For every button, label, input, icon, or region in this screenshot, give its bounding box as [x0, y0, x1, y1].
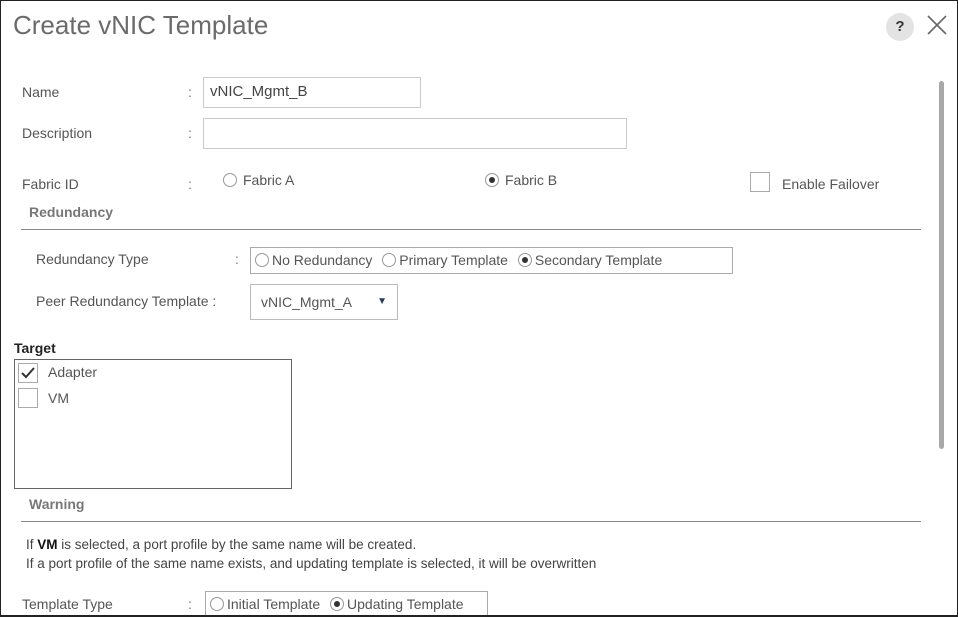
fabric-b-label: Fabric B — [505, 172, 558, 188]
warning-line-1-bold: VM — [37, 537, 58, 552]
warning-line-1: If VM is selected, a port profile by the… — [26, 537, 416, 552]
peer-redundancy-template-value: vNIC_Mgmt_A — [261, 294, 353, 310]
redundancy-type-radio-group: No Redundancy Primary Template Secondary… — [250, 247, 733, 274]
radio-unselected-icon — [210, 597, 224, 611]
secondary-template-label: Secondary Template — [534, 252, 663, 268]
help-icon: ? — [895, 18, 905, 35]
description-colon: : — [188, 125, 192, 141]
name-label: Name — [22, 84, 60, 100]
initial-template-label: Initial Template — [227, 596, 321, 612]
description-input[interactable] — [203, 118, 627, 149]
updating-template-label: Updating Template — [347, 596, 464, 612]
vm-label: VM — [48, 390, 69, 406]
create-vnic-template-dialog: Create vNIC Template ? Name : vNIC_Mgmt_… — [0, 0, 958, 617]
radio-selected-icon — [485, 173, 499, 187]
warning-divider — [21, 521, 921, 522]
checkmark-icon — [21, 367, 35, 379]
adapter-checkbox[interactable] — [18, 363, 38, 383]
redundancy-type-colon: : — [235, 251, 239, 267]
radio-unselected-icon — [255, 253, 269, 267]
primary-template-label: Primary Template — [399, 252, 508, 268]
redundancy-divider — [21, 229, 921, 230]
enable-failover-label: Enable Failover — [782, 176, 880, 192]
secondary-template-radio[interactable]: Secondary Template — [517, 252, 663, 268]
radio-unselected-icon — [382, 253, 397, 267]
redundancy-type-label: Redundancy Type — [36, 251, 149, 267]
warning-heading: Warning — [29, 496, 85, 512]
close-icon — [927, 15, 947, 35]
redundancy-heading: Redundancy — [29, 204, 114, 220]
vm-checkbox[interactable] — [18, 388, 38, 408]
radio-unselected-icon — [223, 173, 237, 187]
name-input[interactable]: vNIC_Mgmt_B — [203, 77, 421, 108]
fabric-id-colon: : — [188, 176, 192, 192]
name-colon: : — [188, 84, 192, 100]
updating-template-radio[interactable]: Updating Template — [330, 596, 464, 612]
vertical-scrollbar[interactable] — [939, 81, 944, 449]
fabric-id-label: Fabric ID — [22, 176, 79, 192]
template-type-radio-group: Initial Template Updating Template — [205, 591, 488, 615]
warning-line-1-suffix: is selected, a port profile by the same … — [57, 537, 417, 552]
target-heading: Target — [14, 340, 56, 356]
warning-line-1-prefix: If — [26, 537, 38, 552]
fabric-a-radio[interactable]: Fabric A — [223, 172, 294, 188]
adapter-label: Adapter — [48, 364, 98, 380]
enable-failover-checkbox[interactable] — [750, 172, 770, 192]
template-type-colon: : — [188, 596, 192, 612]
radio-selected-icon — [330, 597, 345, 611]
dialog-title: Create vNIC Template — [13, 10, 269, 40]
radio-selected-icon — [517, 253, 532, 267]
no-redundancy-radio[interactable]: No Redundancy — [255, 252, 372, 268]
warning-line-2: If a port profile of the same name exist… — [26, 556, 597, 571]
target-list: Adapter VM — [14, 359, 292, 489]
close-button[interactable] — [925, 13, 949, 37]
initial-template-radio[interactable]: Initial Template — [210, 596, 320, 612]
description-label: Description — [22, 125, 93, 141]
no-redundancy-label: No Redundancy — [272, 252, 373, 268]
dropdown-arrow-icon: ▼ — [377, 296, 387, 307]
template-type-label: Template Type — [22, 596, 113, 612]
fabric-b-radio[interactable]: Fabric B — [485, 172, 557, 188]
peer-redundancy-template-select[interactable]: vNIC_Mgmt_A ▼ — [250, 284, 398, 320]
fabric-a-label: Fabric A — [243, 172, 295, 188]
help-button[interactable]: ? — [886, 13, 914, 41]
peer-redundancy-template-label: Peer Redundancy Template : — [36, 293, 217, 309]
primary-template-radio[interactable]: Primary Template — [382, 252, 508, 268]
